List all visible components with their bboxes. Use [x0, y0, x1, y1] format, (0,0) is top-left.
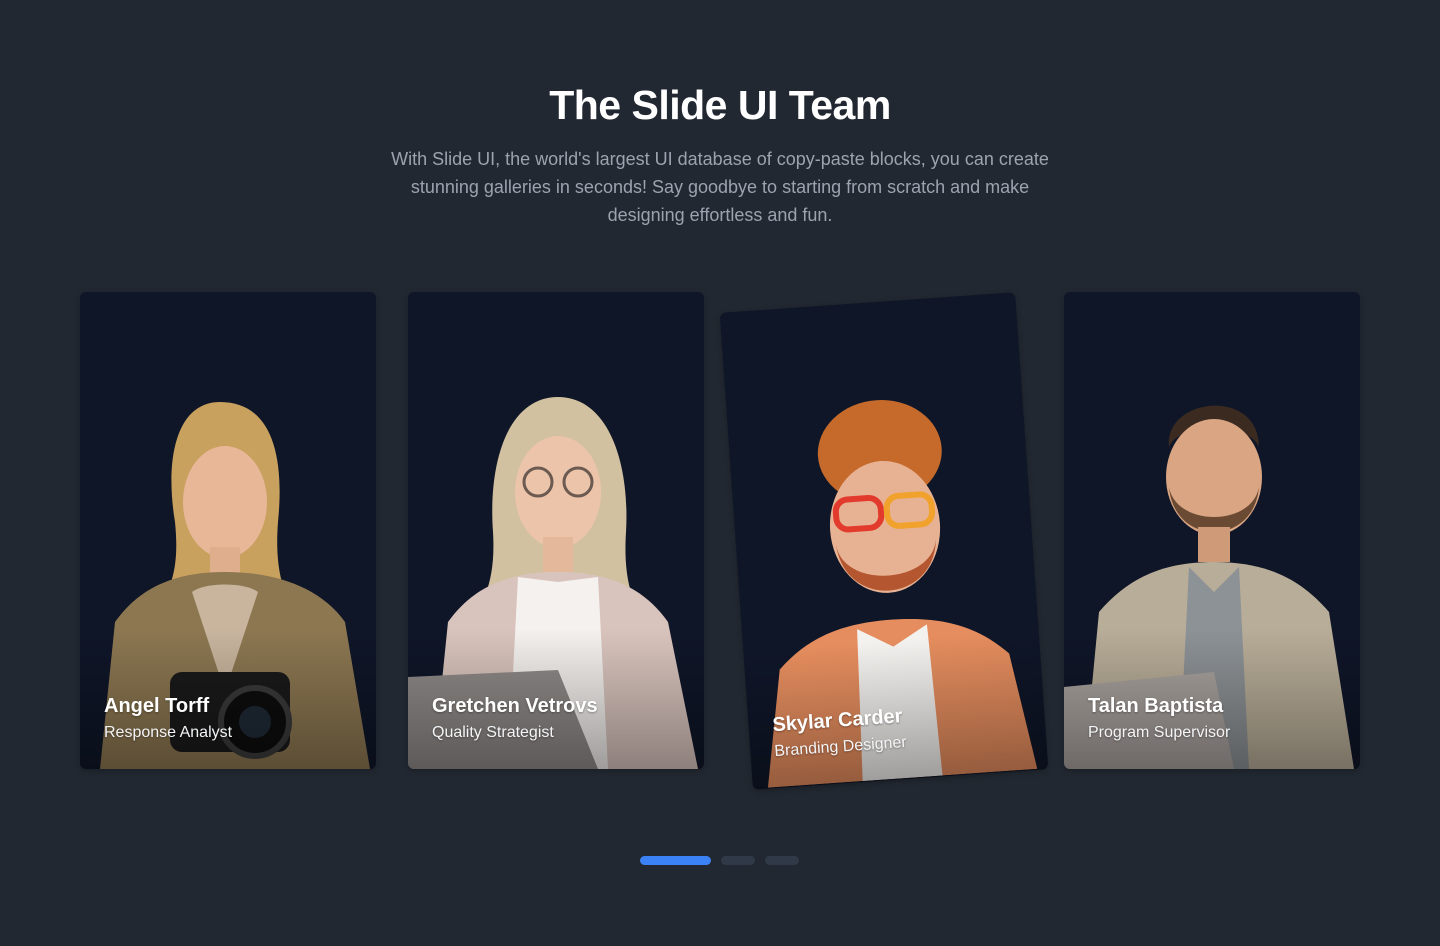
- team-card-angel-torff[interactable]: Angel Torff Response Analyst: [80, 292, 376, 769]
- team-card-skylar-carder[interactable]: Skylar Carder Branding Designer: [719, 292, 1049, 790]
- member-name: Gretchen Vetrovs: [432, 695, 598, 717]
- member-name: Talan Baptista: [1088, 695, 1224, 717]
- team-card-gretchen-vetrovs[interactable]: Gretchen Vetrovs Quality Strategist: [408, 292, 704, 769]
- member-role: Response Analyst: [104, 724, 233, 741]
- pagination-dot-1[interactable]: [640, 856, 711, 865]
- page-subtitle: With Slide UI, the world's largest UI da…: [391, 149, 1049, 225]
- member-role: Program Supervisor: [1088, 724, 1231, 741]
- pagination-dots: [640, 856, 799, 866]
- member-name: Angel Torff: [104, 695, 210, 717]
- member-role: Quality Strategist: [432, 724, 554, 741]
- page-title: The Slide UI Team: [549, 82, 891, 128]
- pagination-dot-3[interactable]: [765, 856, 799, 865]
- team-card-talan-baptista[interactable]: Talan Baptista Program Supervisor: [1064, 292, 1360, 769]
- pagination-dot-2[interactable]: [721, 856, 755, 865]
